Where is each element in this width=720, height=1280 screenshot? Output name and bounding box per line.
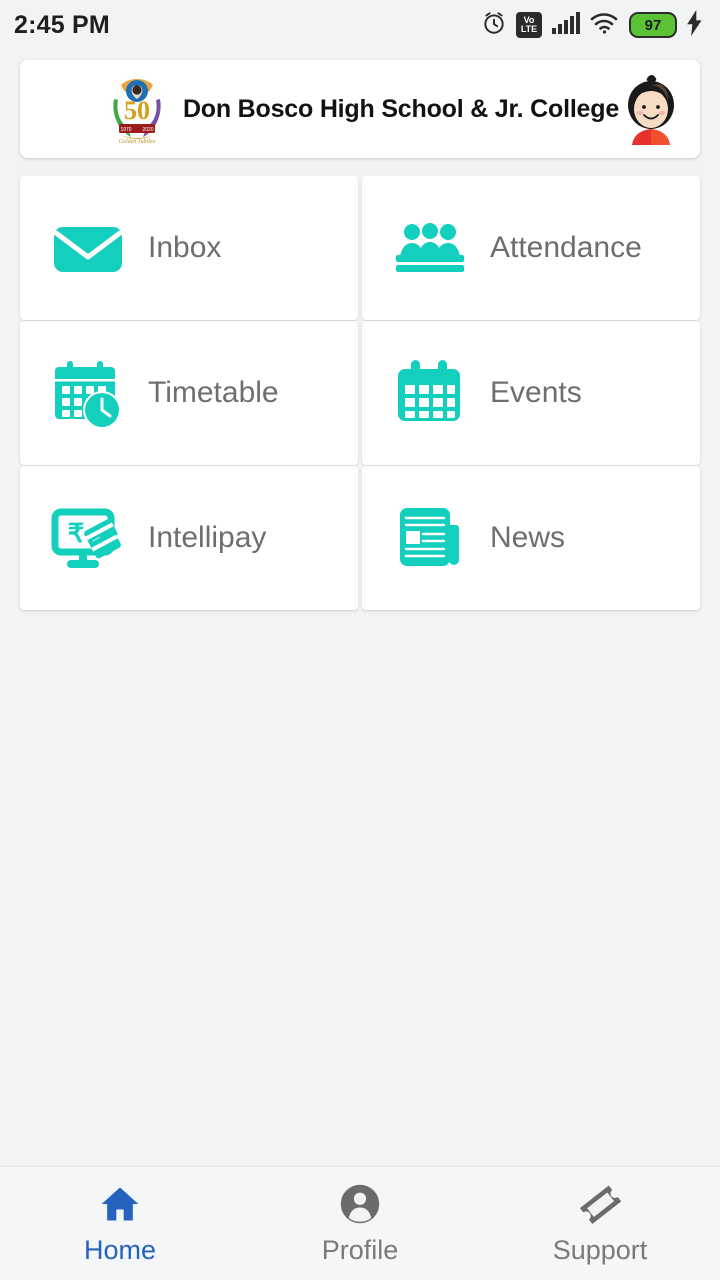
status-time: 2:45 PM	[14, 10, 110, 39]
logo-year-right: 2020	[142, 127, 153, 133]
nav-label: Home	[83, 1235, 157, 1265]
tile-label: Inbox	[148, 231, 222, 264]
person-icon	[337, 1181, 383, 1227]
menu-grid: Inbox Attendance Timetable Events ₹ Inte…	[20, 176, 700, 610]
tile-label: News	[490, 521, 566, 554]
school-name: Don Bosco High School & Jr. College	[182, 94, 620, 123]
alarm-clock-icon	[481, 10, 507, 41]
nav-item-support[interactable]: Support	[480, 1181, 720, 1266]
calendar-clock-icon	[50, 355, 126, 431]
svg-text:Golden Jubilee: Golden Jubilee	[119, 139, 156, 145]
wifi-icon	[590, 11, 620, 40]
ticket-icon	[577, 1181, 623, 1227]
school-header-card: 50 1970 2020 Golden Jubilee Don Bosco Hi…	[20, 60, 700, 158]
tile-inbox[interactable]: Inbox	[20, 176, 358, 320]
newspaper-icon	[392, 500, 468, 576]
app-screen: 2:45 PM Vo LTE 97 50 1970 2020 Golden Ju…	[0, 0, 720, 1280]
charging-bolt-icon	[686, 9, 704, 41]
signal-bars-icon	[551, 11, 581, 40]
bottom-navigation: Home Profile Support	[0, 1166, 720, 1280]
people-group-icon	[392, 210, 468, 286]
online-payment-rupee-icon: ₹	[50, 500, 126, 576]
volte-bottom-text: LTE	[520, 24, 538, 34]
svg-text:50: 50	[124, 96, 150, 125]
nav-item-profile[interactable]: Profile	[240, 1181, 480, 1266]
student-avatar[interactable]	[620, 73, 682, 145]
tile-label: Events	[490, 376, 582, 409]
tile-news[interactable]: News	[362, 466, 700, 610]
status-icons: Vo LTE 97	[481, 9, 704, 41]
volte-icon: Vo LTE	[516, 12, 542, 38]
tile-attendance[interactable]: Attendance	[362, 176, 700, 320]
svg-text:₹: ₹	[68, 518, 85, 548]
home-icon	[97, 1181, 143, 1227]
tile-label: Intellipay	[148, 521, 267, 554]
tile-label: Attendance	[490, 231, 642, 264]
tile-timetable[interactable]: Timetable	[20, 321, 358, 465]
tile-label: Timetable	[148, 376, 279, 409]
envelope-icon	[50, 210, 126, 286]
battery-icon: 97	[629, 12, 677, 38]
logo-year-left: 1970	[120, 127, 131, 133]
tile-intellipay[interactable]: ₹ Intellipay	[20, 466, 358, 610]
battery-level: 97	[644, 16, 662, 34]
tile-events[interactable]: Events	[362, 321, 700, 465]
status-bar: 2:45 PM Vo LTE 97	[0, 0, 720, 50]
school-logo-icon: 50 1970 2020 Golden Jubilee	[101, 69, 173, 149]
nav-item-home[interactable]: Home	[0, 1181, 240, 1266]
nav-label: Support	[552, 1235, 648, 1265]
nav-label: Profile	[321, 1235, 399, 1265]
calendar-icon	[392, 355, 468, 431]
